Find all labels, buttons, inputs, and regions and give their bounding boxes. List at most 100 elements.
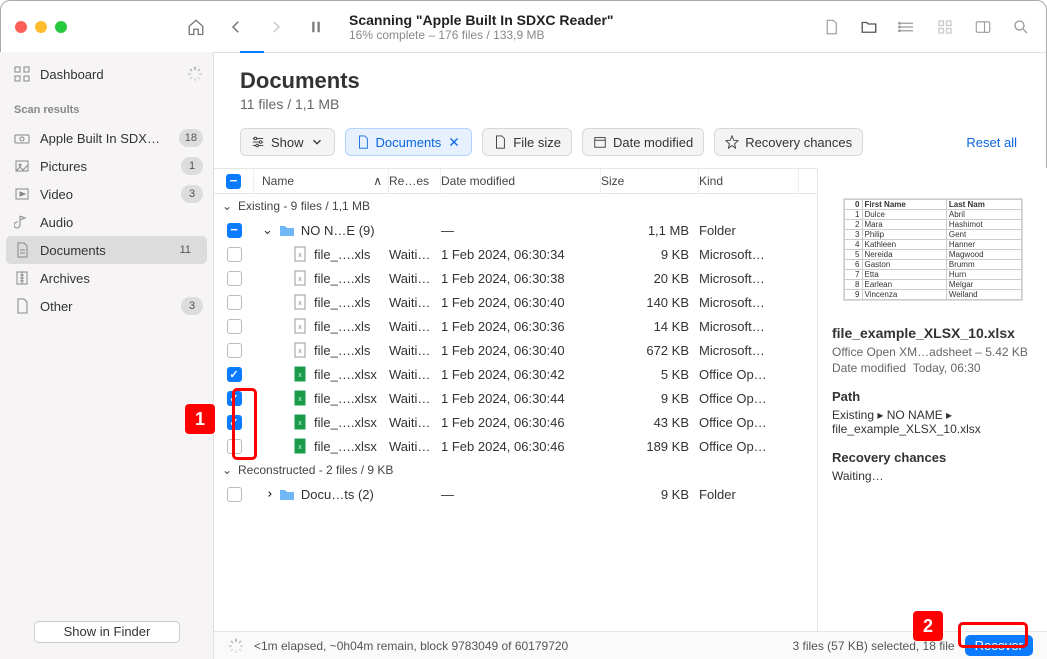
group-existing[interactable]: ⌄Existing - 9 files / 1,1 MB [214,194,817,218]
star-icon [725,135,739,149]
file-row[interactable]: X file_….xlsx Waiti… 1 Feb 2024, 06:30:4… [214,362,817,386]
col-size[interactable]: Size [601,169,699,193]
xlsx-file-icon: X [292,414,308,430]
document-icon [356,135,370,149]
file-size: 43 KB [601,415,699,430]
file-row[interactable]: X file_….xlsx Waiti… 1 Feb 2024, 06:30:4… [214,434,817,458]
xls-file-icon: X [292,270,308,286]
back-icon[interactable] [227,18,245,36]
file-check[interactable] [227,271,242,286]
file-recovery: Waiti… [389,343,441,358]
file-size: 14 KB [601,319,699,334]
col-name[interactable]: Name∧ [254,169,389,193]
file-check[interactable] [227,415,242,430]
page-subtitle: 11 files / 1,1 MB [240,96,1021,112]
preview-path: Existing ▸ NO NAME ▸ file_example_XLSX_1… [832,408,1033,436]
group-reconstructed[interactable]: ⌄Reconstructed - 2 files / 9 KB [214,458,817,482]
main-content: Documents 11 files / 1,1 MB Show Documen… [214,52,1047,659]
preview-date: Date modified Today, 06:30 [832,361,1033,375]
sidebar-item-pictures[interactable]: Pictures 1 [0,152,213,180]
file-check[interactable] [227,367,242,382]
path-heading: Path [832,389,1033,404]
close-window-icon[interactable] [15,21,27,33]
recover-button[interactable]: Recover [965,635,1033,656]
panel-icon[interactable] [974,18,992,36]
preview-pane: 0First NameLast Nam1DulceAbril2MaraHashi… [817,168,1047,659]
window-controls [15,21,67,33]
search-icon[interactable] [1012,18,1030,36]
sidebar-badge: 18 [179,129,203,147]
sidebar-heading: Scan results [0,96,213,124]
grid-view-icon[interactable] [936,18,954,36]
file-recovery: Waiti… [389,271,441,286]
sidebar-icon [14,158,30,174]
col-recovery[interactable]: Re…es [389,169,441,193]
file-size: 5 KB [601,367,699,382]
file-icon[interactable] [822,18,840,36]
col-date[interactable]: Date modified [441,169,601,193]
home-icon[interactable] [187,18,205,36]
col-kind[interactable]: Kind [699,169,799,193]
grid-icon [14,66,30,82]
file-recovery: Waiti… [389,247,441,262]
xls-file-icon: X [292,246,308,262]
sidebar-item-label: Pictures [40,159,171,174]
file-check[interactable] [227,247,242,262]
sidebar-badge: 11 [174,241,197,259]
file-size: 189 KB [601,439,699,454]
close-icon[interactable] [447,135,461,149]
select-all-check[interactable] [226,174,241,189]
file-row[interactable]: X file_….xls Waiti… 1 Feb 2024, 06:30:38… [214,266,817,290]
sidebar-badge: 3 [181,297,203,315]
file-row[interactable]: X file_….xlsx Waiti… 1 Feb 2024, 06:30:4… [214,386,817,410]
sliders-icon [251,135,265,149]
show-in-finder-button[interactable]: Show in Finder [34,621,180,643]
sidebar-item-label: Archives [40,271,203,286]
file-kind: Microsoft… [699,343,799,358]
sidebar-item-video[interactable]: Video 3 [0,180,213,208]
file-name: file_….xls [314,343,370,358]
reset-all-link[interactable]: Reset all [966,135,1017,150]
file-kind: Microsoft… [699,295,799,310]
show-chip[interactable]: Show [240,128,335,156]
file-row[interactable]: X file_….xls Waiti… 1 Feb 2024, 06:30:34… [214,242,817,266]
file-check[interactable] [227,295,242,310]
file-row[interactable]: X file_….xls Waiti… 1 Feb 2024, 06:30:40… [214,290,817,314]
recon-check[interactable] [227,487,242,502]
folder-check[interactable] [227,223,242,238]
sidebar-item-archives[interactable]: Archives [0,264,213,292]
documents-chip[interactable]: Documents [345,128,473,156]
file-check[interactable] [227,343,242,358]
file-check[interactable] [227,391,242,406]
sidebar-item-other[interactable]: Other 3 [0,292,213,320]
forward-icon[interactable] [267,18,285,36]
folder-row[interactable]: ⌄ NO N…E (9) — 1,1 MB Folder [214,218,817,242]
list-view-icon[interactable] [898,18,916,36]
folder-icon[interactable] [860,18,878,36]
sidebar-item-label: Documents [40,243,164,258]
minimize-window-icon[interactable] [35,21,47,33]
file-name: file_….xlsx [314,391,377,406]
fullscreen-window-icon[interactable] [55,21,67,33]
file-check[interactable] [227,319,242,334]
chip-label: File size [513,135,561,150]
file-row[interactable]: X file_….xls Waiti… 1 Feb 2024, 06:30:40… [214,338,817,362]
pause-icon[interactable] [307,18,325,36]
recon-folder-row[interactable]: ⌄ Docu…ts (2) — 9 KB Folder [214,482,817,506]
sidebar-item-audio[interactable]: Audio [0,208,213,236]
file-size-chip[interactable]: File size [482,128,572,156]
file-check[interactable] [227,439,242,454]
sidebar-item-documents[interactable]: Documents 11 [6,236,207,264]
file-row[interactable]: X file_….xls Waiti… 1 Feb 2024, 06:30:36… [214,314,817,338]
sidebar-dashboard[interactable]: Dashboard [0,60,213,88]
titlebar: Scanning "Apple Built In SDXC Reader" 16… [1,1,1046,53]
sidebar-item-label: Apple Built In SDXC… [40,131,169,146]
file-kind: Office Op… [699,415,799,430]
chip-label: Date modified [613,135,693,150]
file-row[interactable]: X file_….xlsx Waiti… 1 Feb 2024, 06:30:4… [214,410,817,434]
file-size: 9 KB [601,247,699,262]
date-modified-chip[interactable]: Date modified [582,128,704,156]
scan-progress-text: <1m elapsed, ~0h04m remain, block 978304… [254,639,568,653]
sidebar-item-applebuiltinsdxc[interactable]: Apple Built In SDXC… 18 [0,124,213,152]
recovery-chances-chip[interactable]: Recovery chances [714,128,863,156]
